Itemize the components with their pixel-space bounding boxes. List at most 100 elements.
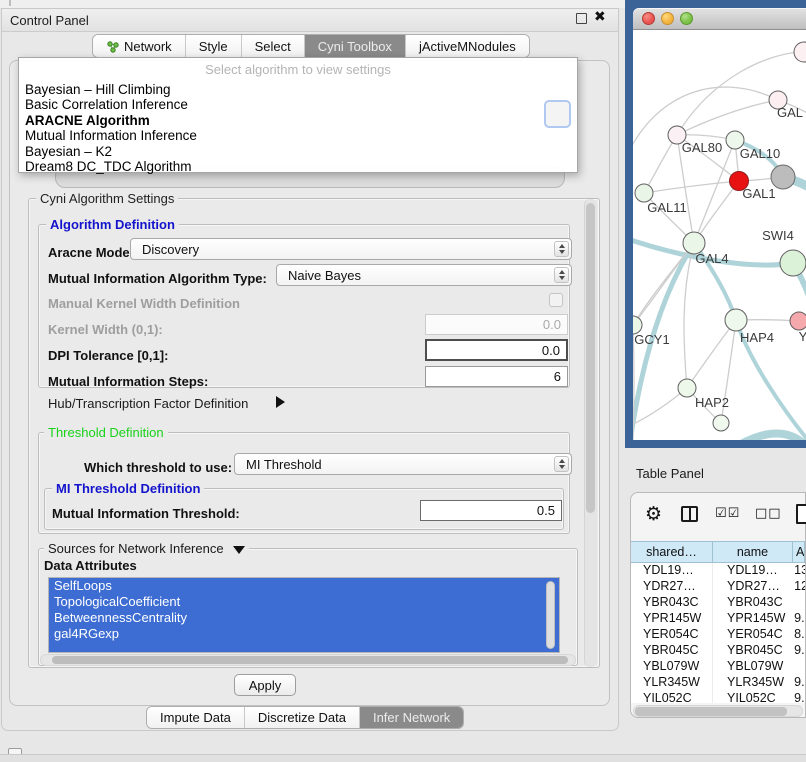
table-rows: YDL19…YDL19…13YDR27…YDR27…12YBR043CYBR04… <box>631 563 805 703</box>
table-row[interactable]: YDL19…YDL19…13 <box>631 563 805 579</box>
cell-col3: 13 <box>791 563 805 579</box>
show-columns-icon[interactable]: ☑☑ <box>715 506 740 521</box>
network-node-HAP2[interactable] <box>678 379 696 397</box>
network-edge[interactable] <box>677 100 778 135</box>
close-icon[interactable]: ✖ <box>594 9 606 25</box>
tab-label: Cyni Toolbox <box>318 39 392 54</box>
zoom-window-icon[interactable] <box>680 12 693 25</box>
data-attribute-item[interactable]: BetweennessCentrality <box>49 610 559 626</box>
network-edge[interactable] <box>741 434 806 440</box>
network-node-SWI4[interactable] <box>780 250 806 276</box>
network-node-HAP4[interactable] <box>725 309 747 331</box>
dropdown-option[interactable]: ARACNE Algorithm <box>22 113 574 128</box>
tab-style[interactable]: Style <box>186 35 242 57</box>
settings-hscroll-thumb[interactable] <box>52 656 568 664</box>
cell-col1: YDR27… <box>631 579 712 595</box>
network-edge[interactable] <box>633 388 687 428</box>
node-label-GAL: GAL <box>777 105 803 120</box>
cell-col2: YBL079W <box>712 659 791 675</box>
network-edge[interactable] <box>684 243 694 388</box>
network-graph[interactable]: GALGAL80GAL10GAL1GAL11SWI4GAL4GCY1HAP4YH… <box>633 30 806 440</box>
close-window-icon[interactable] <box>642 12 655 25</box>
network-edge[interactable] <box>694 140 735 243</box>
dropdown-option[interactable]: Bayesian – Hill Climbing <box>22 82 574 97</box>
mi-threshold-field[interactable]: 0.5 <box>420 500 562 521</box>
network-node-node-pink-right[interactable] <box>790 312 806 330</box>
table-toolbar: ⚙ ☑☑ □□ <box>631 493 805 537</box>
table-panel-container: ⚙ ☑☑ □□ shared…nameA YDL19…YDL19…13YDR27… <box>630 492 806 718</box>
data-attribute-item[interactable]: TopologicalCoefficient <box>49 594 559 610</box>
dropdown-option[interactable]: Dream8 DC_TDC Algorithm <box>22 159 574 174</box>
which-threshold-select[interactable]: MI Threshold <box>234 453 572 475</box>
control-panel-titlebar[interactable] <box>2 9 618 32</box>
network-node-node-bottom[interactable] <box>713 415 729 431</box>
column-header-1[interactable]: shared… <box>631 542 713 562</box>
mi-threshold-label: Mutual Information Threshold: <box>52 506 240 521</box>
network-canvas[interactable]: GALGAL80GAL10GAL1GAL11SWI4GAL4GCY1HAP4YH… <box>633 30 806 440</box>
dropdown-option[interactable]: Basic Correlation Inference <box>22 97 574 112</box>
algorithm-definition-title: Algorithm Definition <box>46 217 179 232</box>
table-row[interactable]: YPR145WYPR145W9. <box>631 611 805 627</box>
table-row[interactable]: YDR27…YDR27…12 <box>631 579 805 595</box>
cell-col3: 12 <box>791 579 805 595</box>
data-attribute-item[interactable]: SelfLoops <box>49 578 559 594</box>
manual-kernel-checkbox[interactable] <box>549 293 563 307</box>
tab-label: Discretize Data <box>258 710 346 725</box>
network-edge[interactable] <box>644 181 739 193</box>
top-strip-divider <box>9 0 11 6</box>
tab-impute-data[interactable]: Impute Data <box>147 707 245 728</box>
table-row[interactable]: YIL052CYIL052C9. <box>631 691 805 703</box>
sources-title-text: Sources for Network Inference <box>48 541 224 556</box>
focus-ring-artifact <box>544 100 571 128</box>
data-attribute-item[interactable]: gal4RGexp <box>49 626 559 642</box>
tab-select[interactable]: Select <box>242 35 305 57</box>
column-header-3[interactable]: A <box>793 542 805 562</box>
cell-col3: 9. <box>791 675 805 691</box>
aracne-mode-select[interactable]: Discovery <box>130 238 572 260</box>
table-row[interactable]: YBR045CYBR045C9. <box>631 643 805 659</box>
network-window-titlebar[interactable] <box>633 8 806 30</box>
minimize-window-icon[interactable] <box>661 12 674 25</box>
kernel-width-field[interactable]: 0.0 <box>425 314 568 335</box>
table-row[interactable]: YER054CYER054C8. <box>631 627 805 643</box>
cell-col1: YPR145W <box>631 611 712 627</box>
network-edge[interactable] <box>677 52 804 135</box>
export-table-icon[interactable] <box>796 504 806 524</box>
settings-scrollbar-thumb[interactable] <box>586 203 595 513</box>
table-row[interactable]: YBL079WYBL079W <box>631 659 805 675</box>
mi-type-select[interactable]: Naive Bayes <box>276 264 572 286</box>
sources-group-title[interactable]: Sources for Network Inference <box>44 541 249 556</box>
mi-steps-label: Mutual Information Steps: <box>48 374 208 389</box>
hide-columns-icon[interactable]: □□ <box>755 506 782 521</box>
tab-infer-network[interactable]: Infer Network <box>360 707 463 728</box>
network-edge[interactable] <box>687 320 736 388</box>
hub-tf-section-toggle[interactable]: Hub/Transcription Factor Definition <box>48 396 248 411</box>
dropdown-option[interactable]: Mutual Information Inference <box>22 128 574 143</box>
tab-cyni-toolbox[interactable]: Cyni Toolbox <box>305 35 406 57</box>
table-row[interactable]: YLR345WYLR345W9. <box>631 675 805 691</box>
mi-steps-field[interactable]: 6 <box>425 366 568 387</box>
attr-list-scrollbar-thumb[interactable] <box>546 581 555 649</box>
kernel-width-label: Kernel Width (0,1): <box>48 322 163 337</box>
tab-discretize-data[interactable]: Discretize Data <box>245 707 360 728</box>
settings-gear-icon[interactable]: ⚙ <box>645 503 662 525</box>
apply-button[interactable]: Apply <box>234 674 296 696</box>
column-header-2[interactable]: name <box>713 542 793 562</box>
dropdown-option[interactable]: Bayesian – K2 <box>22 144 574 159</box>
collapsed-arrow-icon[interactable] <box>276 396 285 408</box>
split-columns-icon[interactable] <box>681 506 698 522</box>
tab-jactivemnodules[interactable]: jActiveMNodules <box>406 35 529 57</box>
expanded-arrow-icon[interactable] <box>233 546 245 554</box>
dpi-tolerance-field[interactable]: 0.0 <box>425 339 568 361</box>
cell-col3: 9. <box>791 691 805 703</box>
cell-col2: YLR345W <box>712 675 791 691</box>
float-window-icon[interactable] <box>576 13 587 24</box>
table-hscroll-thumb[interactable] <box>635 707 787 716</box>
network-node-node-top-right[interactable] <box>794 42 806 62</box>
tab-network[interactable]: Network <box>93 35 186 57</box>
table-row[interactable]: YBR043CYBR043C <box>631 595 805 611</box>
stepper-icon <box>554 267 569 283</box>
data-attributes-list[interactable]: SelfLoopsTopologicalCoefficientBetweenne… <box>48 577 560 653</box>
network-edge[interactable] <box>644 135 677 193</box>
cell-col3: 9. <box>791 611 805 627</box>
